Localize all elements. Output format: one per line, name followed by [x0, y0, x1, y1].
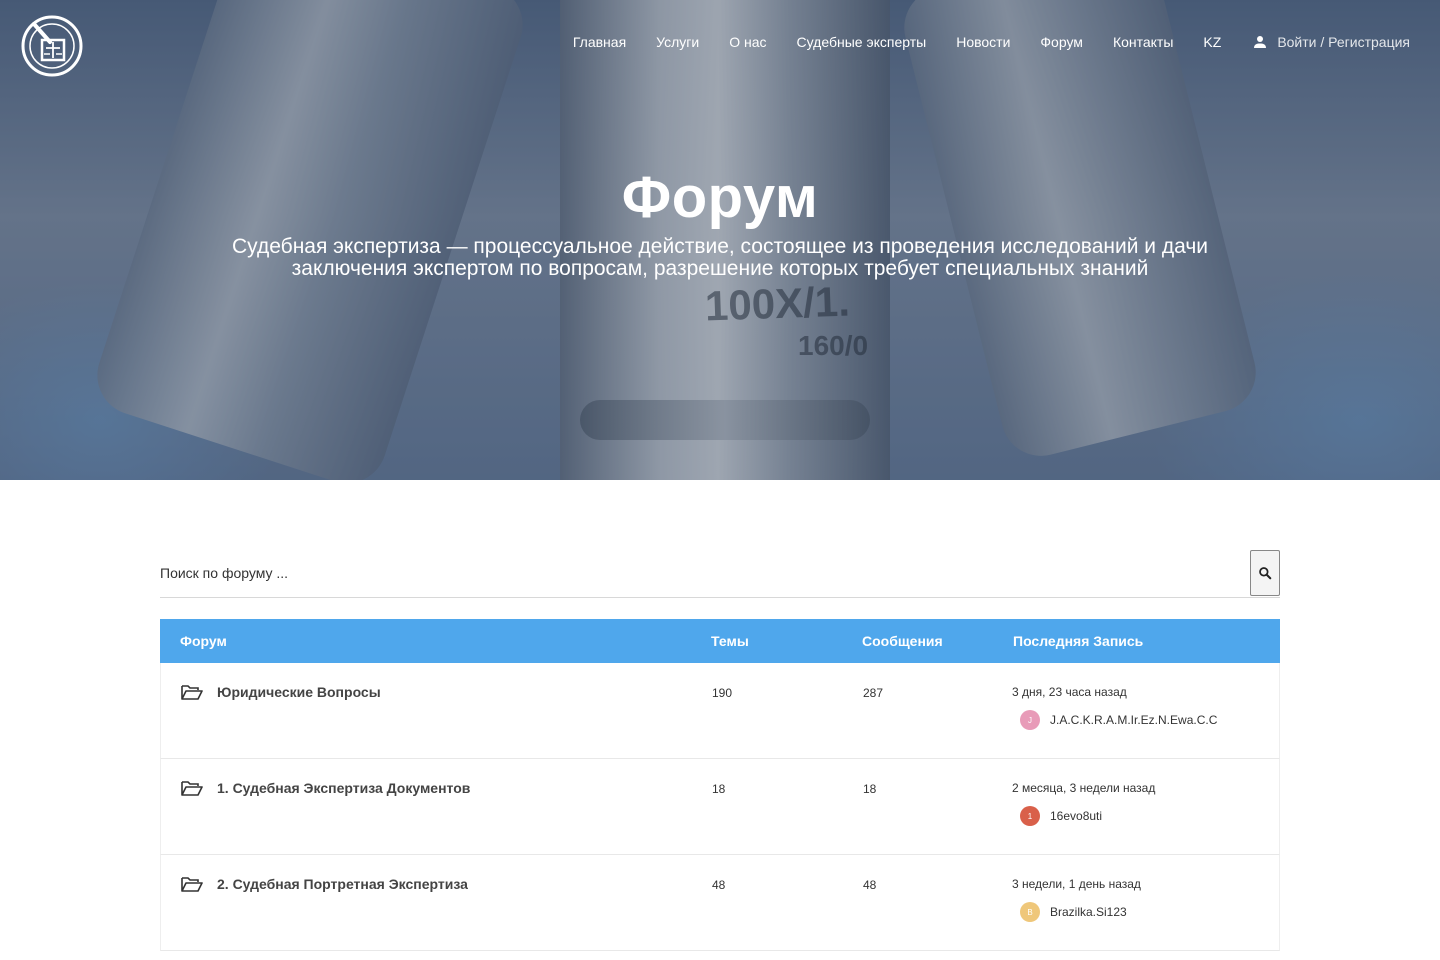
search-icon: [1259, 567, 1272, 580]
forum-cell: 2. Судебная Портретная Экспертиза: [161, 855, 712, 892]
posts-count: 18: [863, 782, 877, 796]
forum-link[interactable]: 1. Судебная Экспертиза Документов: [217, 780, 470, 796]
hero-banner: 100X/1. 160/0 Главная Услуги О нас Судеб…: [0, 0, 1440, 480]
table-row: Юридические Вопросы 190 287 3 дня, 23 ча…: [160, 663, 1280, 759]
nav-item-language-kz[interactable]: KZ: [1203, 34, 1221, 50]
forum-link[interactable]: 2. Судебная Портретная Экспертиза: [217, 876, 468, 892]
folder-open-icon: [181, 685, 203, 700]
top-nav: Главная Услуги О нас Судебные эксперты Н…: [0, 0, 1440, 90]
last-post-author: 1 16evo8uti: [1020, 806, 1279, 826]
last-post-cell: 2 месяца, 3 недели назад 1 16evo8uti: [1012, 759, 1279, 826]
nav-item-experts[interactable]: Судебные эксперты: [797, 34, 927, 50]
last-post-time[interactable]: 3 дня, 23 часа назад: [1012, 685, 1279, 699]
table-row: 2. Судебная Портретная Экспертиза 48 48 …: [160, 855, 1280, 951]
logo-emblem-icon: [21, 15, 83, 77]
login-register-link[interactable]: Войти / Регистрация: [1251, 33, 1410, 51]
user-icon: [1254, 36, 1267, 48]
subtitle-line: Судебная экспертиза — процессуальное дей…: [232, 235, 1208, 258]
nav-item-news[interactable]: Новости: [956, 34, 1010, 50]
last-post-author: B Brazilka.Si123: [1020, 902, 1279, 922]
avatar[interactable]: 1: [1020, 806, 1040, 826]
author-name[interactable]: 16evo8uti: [1050, 809, 1102, 823]
subtitle-line: заключения экспертом по вопросам, разреш…: [291, 257, 1149, 280]
author-name[interactable]: Brazilka.Si123: [1050, 905, 1127, 919]
nav-item-about[interactable]: О нас: [729, 34, 766, 50]
page-subtitle: Судебная экспертиза — процессуальное дей…: [0, 236, 1440, 280]
forum-cell: 1. Судебная Экспертиза Документов: [161, 759, 712, 796]
last-post-cell: 3 недели, 1 день назад B Brazilka.Si123: [1012, 855, 1279, 922]
table-row: 1. Судебная Экспертиза Документов 18 18 …: [160, 759, 1280, 855]
nav-item-services[interactable]: Услуги: [656, 34, 699, 50]
nav-menu: Главная Услуги О нас Судебные эксперты Н…: [543, 33, 1410, 51]
forum-search-bar: [160, 550, 1280, 598]
search-input[interactable]: [160, 550, 1240, 596]
posts-count: 287: [863, 686, 884, 700]
topics-count: 18: [712, 782, 726, 796]
nav-item-contacts[interactable]: Контакты: [1113, 34, 1173, 50]
last-post-author: J J.A.C.K.R.A.M.Ir.Ez.N.Ewa.C.C: [1020, 710, 1279, 730]
avatar[interactable]: B: [1020, 902, 1040, 922]
folder-open-icon: [181, 877, 203, 892]
nav-item-forum[interactable]: Форум: [1040, 34, 1083, 50]
topics-count: 48: [712, 878, 726, 892]
column-header-last-post: Последняя Запись: [1013, 633, 1144, 649]
posts-count: 48: [863, 878, 877, 892]
topics-count: 190: [712, 686, 733, 700]
avatar[interactable]: J: [1020, 710, 1040, 730]
folder-open-icon: [181, 781, 203, 796]
table-header: Форум Темы Сообщения Последняя Запись: [160, 619, 1280, 663]
column-header-topics: Темы: [711, 633, 749, 649]
last-post-cell: 3 дня, 23 часа назад J J.A.C.K.R.A.M.Ir.…: [1012, 663, 1279, 730]
column-header-forum: Форум: [180, 633, 227, 649]
forum-link[interactable]: Юридические Вопросы: [217, 684, 381, 700]
page-title: Форум: [621, 165, 819, 230]
forum-table: Форум Темы Сообщения Последняя Запись Юр…: [160, 619, 1280, 951]
column-header-posts: Сообщения: [862, 633, 943, 649]
forum-content: Форум Темы Сообщения Последняя Запись Юр…: [160, 550, 1280, 951]
author-name[interactable]: J.A.C.K.R.A.M.Ir.Ez.N.Ewa.C.C: [1050, 713, 1217, 727]
nav-item-home[interactable]: Главная: [573, 34, 626, 50]
site-logo[interactable]: [20, 14, 83, 77]
search-button[interactable]: [1250, 550, 1280, 596]
last-post-time[interactable]: 2 месяца, 3 недели назад: [1012, 781, 1279, 795]
last-post-time[interactable]: 3 недели, 1 день назад: [1012, 877, 1279, 891]
forum-cell: Юридические Вопросы: [161, 663, 712, 700]
login-label: Войти / Регистрация: [1277, 34, 1410, 50]
